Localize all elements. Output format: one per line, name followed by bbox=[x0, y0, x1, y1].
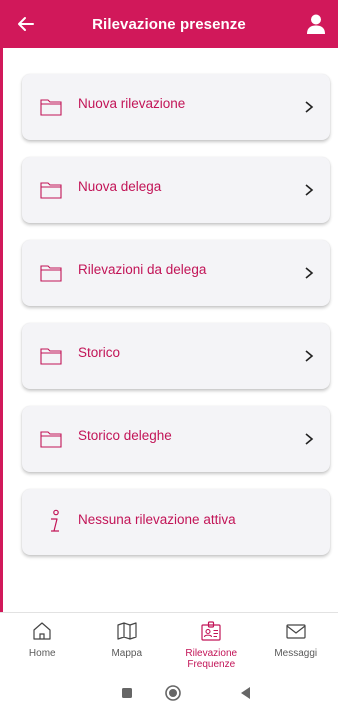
nav-label: Messaggi bbox=[274, 648, 318, 659]
menu-item-label: Nuova delega bbox=[78, 179, 162, 194]
chevron-right-icon bbox=[305, 267, 314, 279]
home-circle-icon[interactable] bbox=[164, 684, 182, 702]
mail-icon bbox=[286, 624, 306, 639]
menu-item-nuova-delega[interactable]: Nuova delega bbox=[22, 157, 330, 223]
menu-list: Nuova rilevazione Nuova delega Rilevazio… bbox=[22, 74, 330, 572]
nav-item-rilevazione-frequenze[interactable]: Rilevazione Frequenze bbox=[169, 613, 254, 672]
nav-item-mappa[interactable]: Mappa bbox=[85, 613, 170, 672]
chevron-right-icon bbox=[305, 433, 314, 445]
nav-label: Mappa bbox=[111, 648, 143, 659]
chevron-right-icon bbox=[305, 101, 314, 113]
folder-icon bbox=[40, 348, 62, 365]
folder-icon bbox=[40, 265, 62, 282]
folder-icon bbox=[40, 431, 62, 448]
user-icon bbox=[307, 14, 325, 34]
menu-item-label: Nuova rilevazione bbox=[78, 96, 186, 111]
folder-icon bbox=[40, 182, 62, 199]
recents-icon[interactable] bbox=[118, 684, 136, 702]
menu-item-label: Storico deleghe bbox=[78, 428, 172, 443]
app-screen: Rilevazione presenze Nuova rilevazione N… bbox=[0, 0, 338, 714]
home-icon bbox=[33, 622, 51, 640]
profile-button[interactable] bbox=[304, 12, 328, 36]
info-icon bbox=[51, 509, 59, 532]
info-label: Nessuna rilevazione attiva bbox=[78, 512, 236, 527]
menu-item-label: Storico bbox=[78, 345, 121, 360]
nav-item-home[interactable]: Home bbox=[0, 613, 85, 672]
menu-item-rilevazioni-da-delega[interactable]: Rilevazioni da delega bbox=[22, 240, 330, 306]
bottom-navigation: Home Mappa Rilevazione Frequenze Messagg… bbox=[0, 612, 338, 672]
nav-label: Home bbox=[28, 648, 56, 659]
menu-item-storico[interactable]: Storico bbox=[22, 323, 330, 389]
back-triangle-icon[interactable] bbox=[237, 684, 255, 702]
menu-item-nuova-rilevazione[interactable]: Nuova rilevazione bbox=[22, 74, 330, 140]
menu-item-label: Rilevazioni da delega bbox=[78, 262, 207, 277]
chevron-right-icon bbox=[305, 350, 314, 362]
nav-item-messaggi[interactable]: Messaggi bbox=[254, 613, 338, 672]
system-navigation-bar bbox=[0, 672, 338, 714]
app-header: Rilevazione presenze bbox=[0, 0, 338, 48]
info-card-no-active: Nessuna rilevazione attiva bbox=[22, 489, 330, 555]
back-button[interactable] bbox=[14, 12, 38, 36]
menu-item-storico-deleghe[interactable]: Storico deleghe bbox=[22, 406, 330, 472]
map-icon bbox=[117, 622, 137, 640]
chevron-right-icon bbox=[305, 184, 314, 196]
page-title: Rilevazione presenze bbox=[92, 15, 246, 33]
nav-label: Rilevazione Frequenze bbox=[185, 648, 238, 670]
arrow-left-icon bbox=[18, 17, 34, 31]
badge-icon bbox=[201, 621, 221, 641]
folder-icon bbox=[40, 99, 62, 116]
